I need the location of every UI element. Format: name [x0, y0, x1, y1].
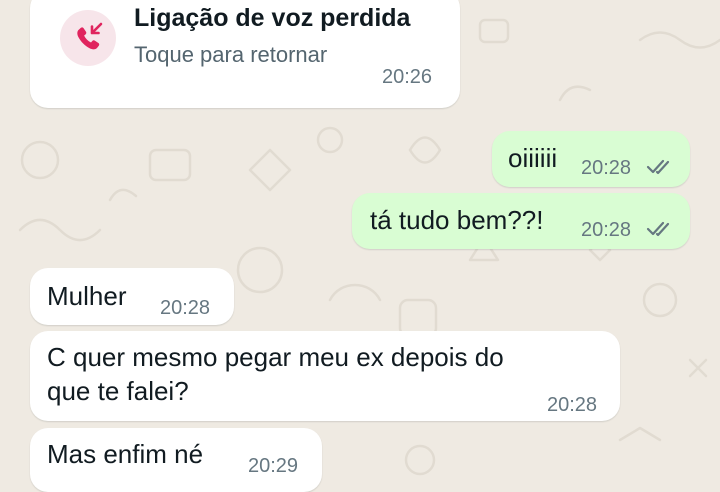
message-time: 20:28	[160, 297, 211, 319]
message-text: oiiiiii	[508, 143, 558, 173]
missed-call-icon	[60, 10, 116, 66]
read-ticks-icon	[646, 159, 670, 175]
outgoing-message[interactable]: tá tudo bem??! 20:28	[352, 193, 690, 249]
message-text: tá tudo bem??!	[370, 205, 544, 235]
message-time: 20:29	[248, 455, 299, 477]
message-text: Mulher	[47, 281, 127, 311]
message-time: 20:28	[581, 157, 632, 179]
message-text: C quer mesmo pegar meu ex depois do que …	[47, 342, 504, 406]
message-text: Mas enfim né	[47, 439, 204, 469]
message-time: 20:28	[581, 219, 632, 241]
message-time: 20:26	[382, 66, 433, 88]
outgoing-message[interactable]: oiiiiii 20:28	[492, 131, 690, 187]
missed-call-subtitle: Toque para retornar	[134, 42, 328, 67]
message-time: 20:28	[547, 394, 598, 416]
missed-call-title: Ligação de voz perdida	[134, 4, 411, 32]
incoming-message[interactable]: Mulher 20:28	[30, 268, 234, 325]
incoming-message[interactable]: C quer mesmo pegar meu ex depois do que …	[30, 331, 620, 421]
missed-call-bubble[interactable]: Ligação de voz perdida Toque para retorn…	[30, 0, 460, 108]
incoming-message[interactable]: Mas enfim né 20:29	[30, 428, 322, 492]
read-ticks-icon	[646, 221, 670, 237]
